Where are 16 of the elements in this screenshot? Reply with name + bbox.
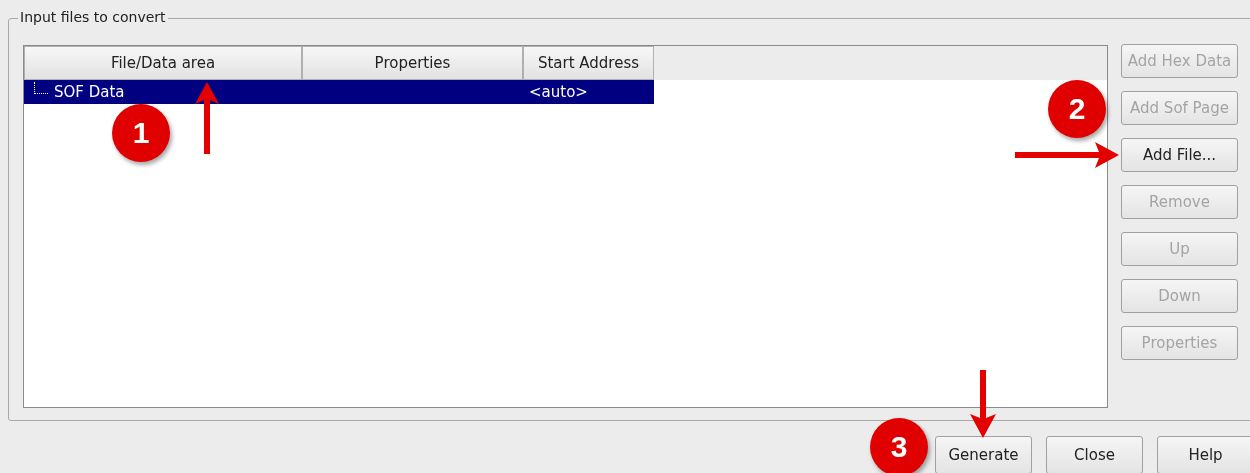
table-cell-text: SOF Data [53, 81, 125, 103]
arrow-icon [968, 368, 998, 440]
column-header[interactable]: Start Address [523, 46, 654, 80]
dialog-button[interactable]: Help [1157, 436, 1250, 473]
step-marker: 3 [870, 418, 928, 473]
column-header[interactable]: File/Data area [24, 46, 302, 80]
table-row[interactable]: SOF Data <auto> [24, 80, 654, 104]
table-cell-text: <auto> [528, 82, 588, 101]
tree-line-icon [34, 82, 48, 94]
dialog-button[interactable]: Generate [935, 436, 1032, 473]
arrow-icon [1013, 140, 1121, 170]
arrow-icon [193, 80, 221, 156]
group-title: Input files to convert [18, 8, 168, 26]
column-header[interactable]: Properties [302, 46, 523, 80]
side-button[interactable]: Add File... [1121, 138, 1238, 172]
dialog-button[interactable]: Close [1046, 436, 1143, 473]
